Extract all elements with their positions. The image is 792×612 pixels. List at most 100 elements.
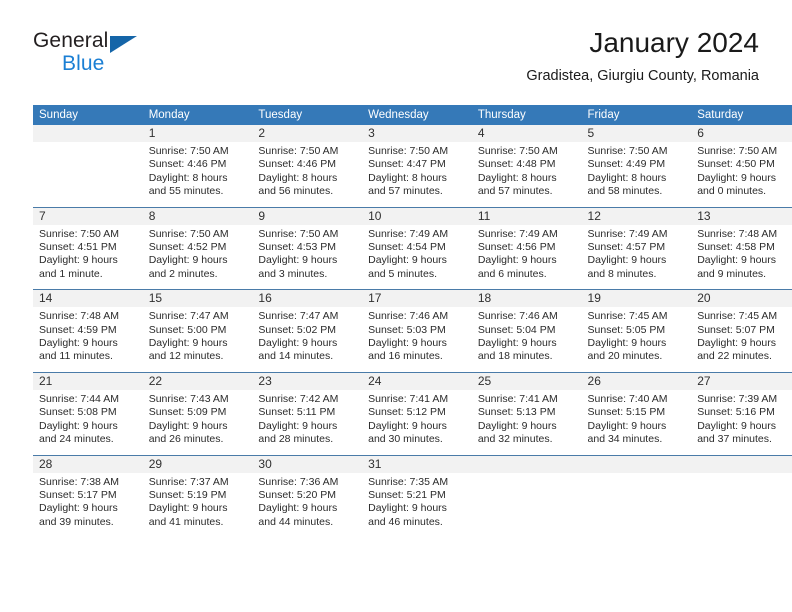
weekday-header-sunday: Sunday xyxy=(33,105,143,125)
detail-sunrise: Sunrise: 7:49 AM xyxy=(587,227,668,240)
calendar-day-cell[interactable]: 30 Sunrise: 7:36 AM Sunset: 5:20 PM Dayligh… xyxy=(252,454,363,538)
calendar-day-cell[interactable]: 7 Sunrise: 7:50 AM Sunset: 4:51 PM Daylight… xyxy=(33,206,143,290)
day-number: 26 xyxy=(581,372,692,390)
weekday-header-wednesday: Wednesday xyxy=(362,105,472,125)
detail-sunrise: Sunrise: 7:37 AM xyxy=(148,475,229,488)
day-number xyxy=(691,455,792,473)
calendar-day-cell[interactable]: 19 Sunrise: 7:45 AM Sunset: 5:05 PM Dayligh… xyxy=(581,289,692,373)
calendar-day-cell[interactable]: 20 Sunrise: 7:45 AM Sunset: 5:07 PM Dayligh… xyxy=(691,289,792,373)
detail-daylight-line1: Daylight: 9 hours xyxy=(368,254,447,267)
detail-daylight-line2: and 3 minutes. xyxy=(258,267,328,280)
detail-daylight-line1: Daylight: 9 hours xyxy=(368,419,447,432)
calendar-day-cell[interactable]: 31 Sunrise: 7:35 AM Sunset: 5:21 PM Dayligh… xyxy=(362,454,472,538)
day-number: 23 xyxy=(252,372,363,390)
detail-sunset: Sunset: 5:07 PM xyxy=(697,323,775,336)
detail-sunrise: Sunrise: 7:49 AM xyxy=(368,227,449,240)
calendar-day-cell[interactable]: 6 Sunrise: 7:50 AM Sunset: 4:50 PM Daylight… xyxy=(691,125,792,207)
calendar-day-cell[interactable]: 4 Sunrise: 7:50 AM Sunset: 4:48 PM Daylight… xyxy=(471,125,582,207)
calendar-day-cell[interactable]: 11 Sunrise: 7:49 AM Sunset: 4:56 PM Dayligh… xyxy=(471,206,582,290)
day-number: 2 xyxy=(252,125,363,142)
detail-sunset: Sunset: 5:08 PM xyxy=(39,406,117,419)
calendar-day-cell[interactable]: 22 Sunrise: 7:43 AM Sunset: 5:09 PM Dayligh… xyxy=(142,371,253,455)
calendar-day-cell[interactable]: 26 Sunrise: 7:40 AM Sunset: 5:15 PM Dayligh… xyxy=(581,371,692,455)
detail-daylight-line1: Daylight: 9 hours xyxy=(477,419,557,432)
detail-daylight-line1: Daylight: 9 hours xyxy=(587,419,667,432)
day-details: Sunrise: 7:49 AM Sunset: 4:57 PM Daylight:… xyxy=(582,225,692,290)
day-number: 15 xyxy=(142,290,253,308)
detail-sunset: Sunset: 4:57 PM xyxy=(587,241,666,254)
day-number: 1 xyxy=(142,125,253,142)
page-subtitle-location: Gradistea, Giurgiu County, Romania xyxy=(526,68,759,84)
logo-text-blue: Blue xyxy=(62,52,105,75)
calendar-day-cell[interactable]: 8 Sunrise: 7:50 AM Sunset: 4:52 PM Daylight… xyxy=(142,206,253,290)
day-details: Sunrise: 7:50 AM Sunset: 4:53 PM Daylight:… xyxy=(252,225,362,290)
day-number: 21 xyxy=(33,372,143,390)
calendar-day-cell[interactable]: 18 Sunrise: 7:46 AM Sunset: 5:04 PM Dayligh… xyxy=(471,289,582,373)
day-details: Sunrise: 7:45 AM Sunset: 5:07 PM Daylight:… xyxy=(691,307,792,372)
detail-sunset: Sunset: 4:58 PM xyxy=(697,241,775,254)
calendar-week-row: 7 Sunrise: 7:50 AM Sunset: 4:51 PM Daylight… xyxy=(33,206,792,290)
detail-sunrise: Sunrise: 7:41 AM xyxy=(368,392,449,405)
day-number: 17 xyxy=(362,290,472,308)
detail-sunset: Sunset: 5:03 PM xyxy=(368,323,446,336)
weekday-header-friday: Friday xyxy=(581,105,692,125)
detail-daylight-line1: Daylight: 8 hours xyxy=(477,171,557,184)
calendar-day-cell[interactable]: 12 Sunrise: 7:49 AM Sunset: 4:57 PM Dayligh… xyxy=(581,206,692,290)
calendar-day-cell[interactable]: 23 Sunrise: 7:42 AM Sunset: 5:11 PM Dayligh… xyxy=(252,371,363,455)
calendar-day-cell[interactable]: 28 Sunrise: 7:38 AM Sunset: 5:17 PM Dayligh… xyxy=(33,454,143,538)
detail-daylight-line2: and 16 minutes. xyxy=(368,350,443,363)
detail-sunset: Sunset: 5:20 PM xyxy=(258,488,337,501)
day-details: Sunrise: 7:50 AM Sunset: 4:52 PM Daylight:… xyxy=(143,225,253,290)
detail-daylight-line1: Daylight: 8 hours xyxy=(258,171,338,184)
detail-daylight-line2: and 41 minutes. xyxy=(148,515,224,528)
calendar-day-cell[interactable]: 14 Sunrise: 7:48 AM Sunset: 4:59 PM Dayligh… xyxy=(33,289,143,373)
calendar-day-cell[interactable]: 27 Sunrise: 7:39 AM Sunset: 5:16 PM Dayligh… xyxy=(691,371,792,455)
detail-sunset: Sunset: 4:52 PM xyxy=(148,241,227,254)
detail-sunset: Sunset: 5:04 PM xyxy=(477,323,556,336)
detail-daylight-line2: and 46 minutes. xyxy=(368,515,443,528)
calendar-day-cell[interactable]: 5 Sunrise: 7:50 AM Sunset: 4:49 PM Daylight… xyxy=(581,125,692,207)
detail-sunrise: Sunrise: 7:48 AM xyxy=(697,227,778,240)
calendar-day-cell[interactable]: 29 Sunrise: 7:37 AM Sunset: 5:19 PM Dayligh… xyxy=(142,454,253,538)
calendar-week-row: 1 Sunrise: 7:50 AM Sunset: 4:46 PM Daylight… xyxy=(33,125,792,207)
calendar-day-cell[interactable]: 3 Sunrise: 7:50 AM Sunset: 4:47 PM Daylight… xyxy=(362,125,472,207)
detail-sunset: Sunset: 4:46 PM xyxy=(258,158,337,171)
calendar-day-cell[interactable]: 2 Sunrise: 7:50 AM Sunset: 4:46 PM Daylight… xyxy=(252,125,363,207)
day-details: Sunrise: 7:46 AM Sunset: 5:04 PM Daylight:… xyxy=(472,307,582,372)
detail-sunset: Sunset: 4:49 PM xyxy=(587,158,666,171)
detail-sunset: Sunset: 5:09 PM xyxy=(148,406,227,419)
detail-sunrise: Sunrise: 7:39 AM xyxy=(697,392,778,405)
calendar-day-cell[interactable]: 16 Sunrise: 7:47 AM Sunset: 5:02 PM Dayligh… xyxy=(252,289,363,373)
calendar-day-cell[interactable]: 25 Sunrise: 7:41 AM Sunset: 5:13 PM Dayligh… xyxy=(471,371,582,455)
detail-sunrise: Sunrise: 7:50 AM xyxy=(587,145,668,157)
detail-sunset: Sunset: 5:21 PM xyxy=(368,488,446,501)
day-details xyxy=(472,473,582,527)
logo-text-general: General xyxy=(33,29,109,52)
calendar-day-cell[interactable]: 9 Sunrise: 7:50 AM Sunset: 4:53 PM Daylight… xyxy=(252,206,363,290)
day-number xyxy=(581,455,692,473)
detail-daylight-line1: Daylight: 9 hours xyxy=(697,337,777,350)
detail-sunrise: Sunrise: 7:43 AM xyxy=(148,392,229,405)
calendar-day-cell[interactable]: 13 Sunrise: 7:48 AM Sunset: 4:58 PM Dayligh… xyxy=(691,206,792,290)
calendar-day-cell[interactable]: 24 Sunrise: 7:41 AM Sunset: 5:12 PM Dayligh… xyxy=(362,371,472,455)
day-details xyxy=(582,473,692,527)
day-number: 28 xyxy=(33,455,143,473)
detail-daylight-line2: and 6 minutes. xyxy=(477,267,547,280)
detail-sunset: Sunset: 5:15 PM xyxy=(587,406,666,419)
calendar-day-cell[interactable]: 1 Sunrise: 7:50 AM Sunset: 4:46 PM Daylight… xyxy=(142,125,253,207)
calendar-day-cell[interactable]: 15 Sunrise: 7:47 AM Sunset: 5:00 PM Dayligh… xyxy=(142,289,253,373)
day-number: 5 xyxy=(581,125,692,142)
calendar-day-cell[interactable]: 10 Sunrise: 7:49 AM Sunset: 4:54 PM Dayligh… xyxy=(362,206,472,290)
day-details: Sunrise: 7:50 AM Sunset: 4:51 PM Daylight:… xyxy=(33,225,143,290)
detail-daylight-line2: and 14 minutes. xyxy=(258,350,334,363)
calendar-day-cell[interactable]: 17 Sunrise: 7:46 AM Sunset: 5:03 PM Dayligh… xyxy=(362,289,472,373)
calendar-day-cell[interactable]: 21 Sunrise: 7:44 AM Sunset: 5:08 PM Dayligh… xyxy=(33,371,143,455)
detail-daylight-line2: and 20 minutes. xyxy=(587,350,663,363)
weekday-header-saturday: Saturday xyxy=(691,105,792,125)
calendar-week-row: 28 Sunrise: 7:38 AM Sunset: 5:17 PM Dayligh… xyxy=(33,454,792,538)
day-details: Sunrise: 7:37 AM Sunset: 5:19 PM Daylight:… xyxy=(143,473,253,538)
calendar-header-row: Sunday Monday Tuesday Wednesday Thursday… xyxy=(33,105,792,125)
page-header: General Blue January 2024 Gradistea, Giu… xyxy=(33,26,759,96)
detail-sunset: Sunset: 4:48 PM xyxy=(477,158,556,171)
detail-sunset: Sunset: 5:16 PM xyxy=(697,406,775,419)
